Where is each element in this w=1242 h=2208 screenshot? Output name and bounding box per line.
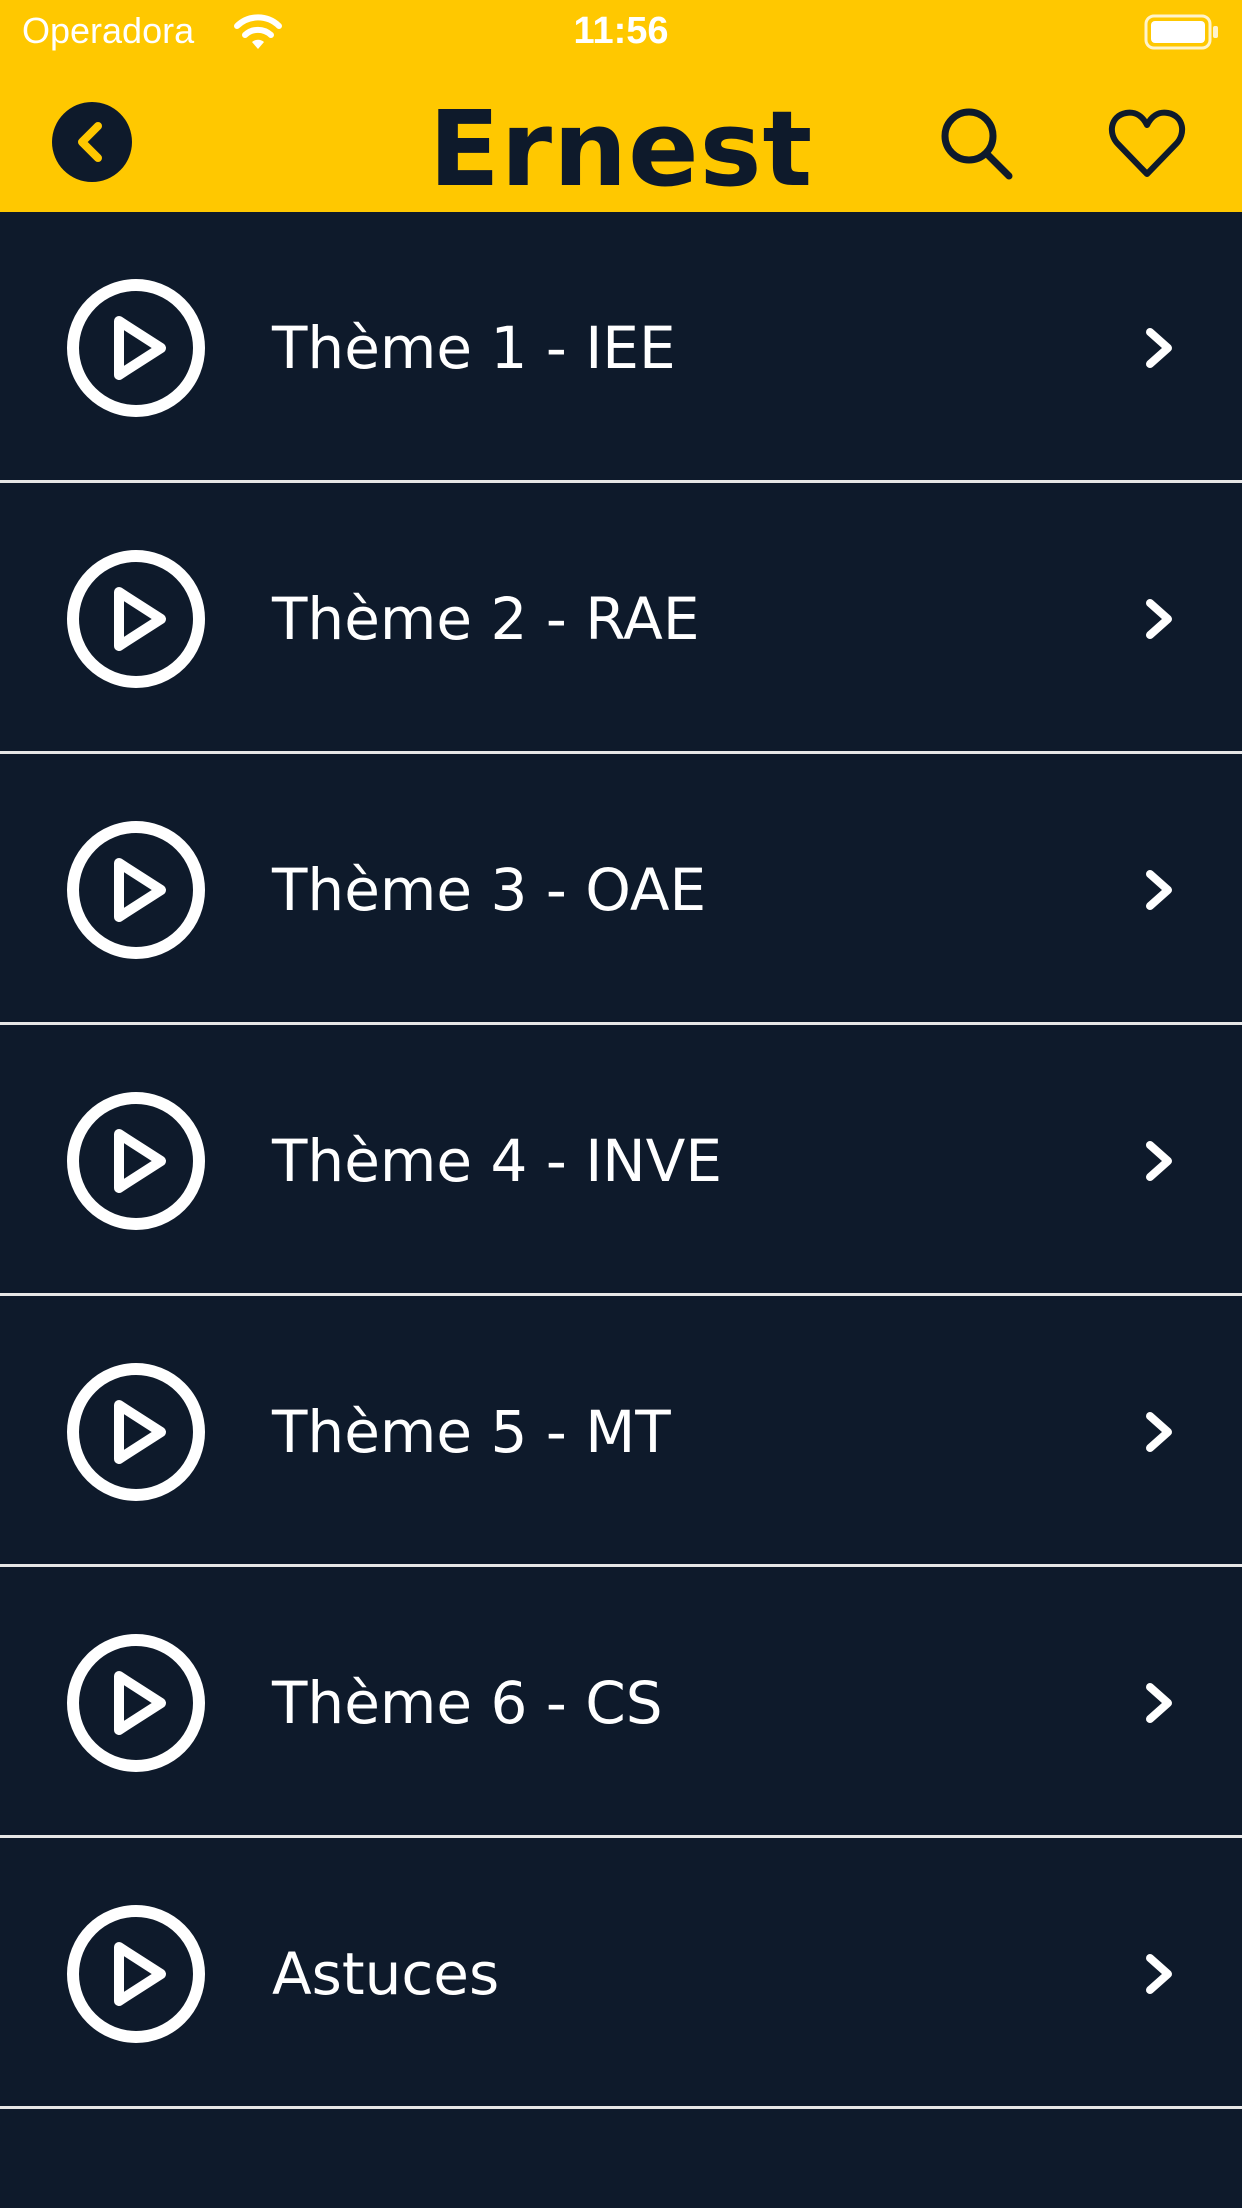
list-item-label: Thème 5 - MT (272, 1398, 671, 1466)
list-item-label: Thème 4 - INVE (272, 1127, 723, 1195)
search-icon (941, 108, 1013, 180)
chevron-right-icon (1138, 866, 1182, 914)
list-item-label: Thème 6 - CS (272, 1669, 663, 1737)
theme-list: Thème 1 - IEE Thème 2 - RAE Thème 3 - OA… (0, 212, 1242, 2109)
list-item-label: Thème 2 - RAE (272, 585, 700, 653)
search-button[interactable] (933, 100, 1019, 186)
list-item[interactable]: Thème 6 - CS (0, 1567, 1242, 1838)
list-item-label: Thème 1 - IEE (272, 314, 676, 382)
nav-bar: Ernest (0, 66, 1242, 212)
play-circle-icon (66, 549, 206, 689)
chevron-right-icon (1138, 324, 1182, 372)
play-circle-icon (66, 1091, 206, 1231)
favorites-button[interactable] (1104, 100, 1190, 186)
list-item[interactable]: Thème 4 - INVE (0, 1025, 1242, 1296)
play-circle-icon (66, 1362, 206, 1502)
header: Operadora 11:56 Ernest (0, 0, 1242, 212)
list-item[interactable]: Thème 1 - IEE (0, 212, 1242, 483)
list-item-label: Astuces (272, 1940, 500, 2008)
app-screen: Operadora 11:56 Ernest Thème 1 - IEE Thè… (0, 0, 1242, 2208)
play-circle-icon (66, 278, 206, 418)
list-item[interactable]: Thème 2 - RAE (0, 483, 1242, 754)
list-item[interactable]: Thème 3 - OAE (0, 754, 1242, 1025)
play-circle-icon (66, 1904, 206, 2044)
list-item-label: Thème 3 - OAE (272, 856, 707, 924)
list-item[interactable]: Astuces (0, 1838, 1242, 2109)
heart-icon (1108, 109, 1186, 177)
page-title: Ernest (428, 88, 814, 210)
battery-icon (1144, 14, 1220, 50)
play-circle-icon (66, 820, 206, 960)
status-time: 11:56 (573, 10, 669, 52)
chevron-right-icon (1138, 1137, 1182, 1185)
status-bar: Operadora 11:56 (0, 0, 1242, 66)
chevron-right-icon (1138, 595, 1182, 643)
chevron-right-icon (1138, 1679, 1182, 1727)
chevron-right-icon (1138, 1950, 1182, 1998)
play-circle-icon (66, 1633, 206, 1773)
list-item[interactable]: Thème 5 - MT (0, 1296, 1242, 1567)
chevron-right-icon (1138, 1408, 1182, 1456)
